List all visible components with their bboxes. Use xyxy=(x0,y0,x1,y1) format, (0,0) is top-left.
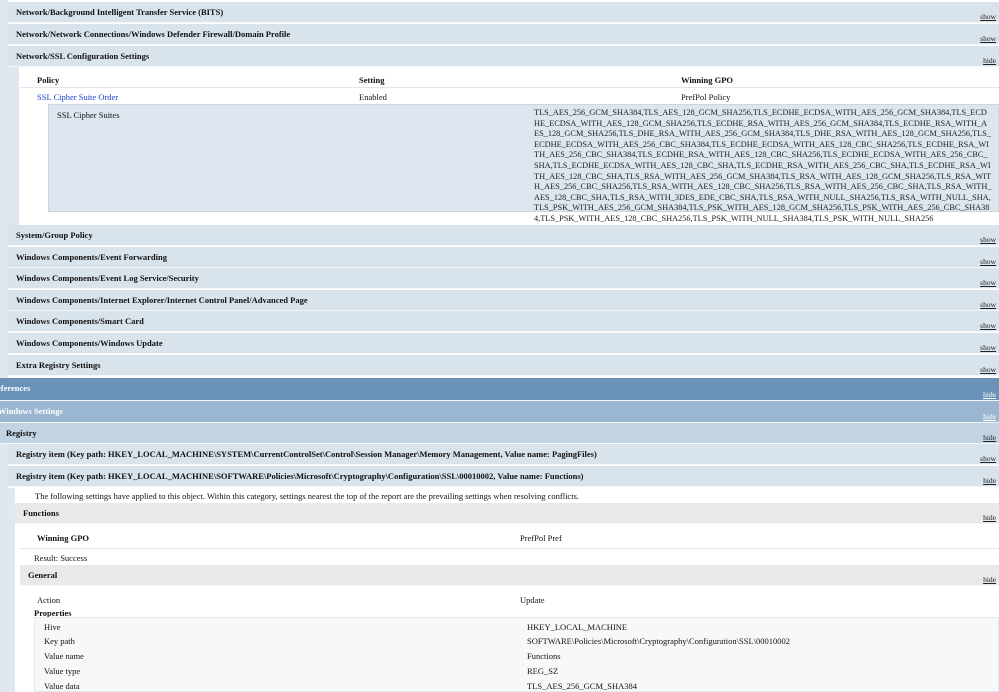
hide-toggle[interactable]: hide xyxy=(983,476,996,485)
show-toggle[interactable]: show xyxy=(980,12,996,21)
show-toggle[interactable]: show xyxy=(980,278,996,287)
section-title: Windows Settings xyxy=(0,406,63,416)
show-toggle[interactable]: show xyxy=(980,34,996,43)
section-event-log-security[interactable]: Windows Components/Event Log Service/Sec… xyxy=(8,268,999,289)
section-title: Windows Components/Smart Card xyxy=(16,316,144,326)
section-title: Registry item (Key path: HKEY_LOCAL_MACH… xyxy=(16,449,597,459)
indent-guide xyxy=(0,444,8,692)
section-title: Registry xyxy=(6,428,37,438)
show-toggle[interactable]: show xyxy=(980,365,996,374)
policy-setting-value: Enabled xyxy=(359,92,387,102)
section-ie-advanced-page[interactable]: Windows Components/Internet Explorer/Int… xyxy=(8,290,999,311)
row-divider xyxy=(20,548,999,549)
table-header-setting: Setting xyxy=(359,75,385,85)
hide-toggle[interactable]: hide xyxy=(983,390,996,399)
section-ssl-configuration[interactable]: Network/SSL Configuration Settings hide xyxy=(8,46,999,67)
section-general[interactable]: General hide xyxy=(20,565,999,586)
property-value-value-type: REG_SZ xyxy=(527,666,559,676)
property-value-hive: HKEY_LOCAL_MACHINE xyxy=(527,622,628,632)
precedence-note: The following settings have applied to t… xyxy=(35,491,579,501)
property-label-hive: Hive xyxy=(44,622,61,632)
section-title: Network/Network Connections/Windows Defe… xyxy=(16,29,291,39)
show-toggle[interactable]: show xyxy=(980,454,996,463)
show-toggle[interactable]: show xyxy=(980,300,996,309)
section-title: Network/SSL Configuration Settings xyxy=(16,51,150,61)
hide-toggle[interactable]: hide xyxy=(983,575,996,584)
cipher-suites-label: SSL Cipher Suites xyxy=(57,110,120,120)
property-label-value-data: Value data xyxy=(44,681,80,691)
section-title: Network/Background Intelligent Transfer … xyxy=(16,7,224,17)
properties-table xyxy=(34,617,999,692)
table-header-policy: Policy xyxy=(37,75,60,85)
result-status: Result: Success xyxy=(34,553,88,563)
hide-toggle[interactable]: hide xyxy=(983,412,996,421)
show-toggle[interactable]: show xyxy=(980,257,996,266)
action-value: Update xyxy=(520,595,545,605)
table-header-winning-gpo: Winning GPO xyxy=(681,75,734,85)
property-label-value-type: Value type xyxy=(44,666,81,676)
section-title: General xyxy=(28,570,58,580)
property-value-value-name: Functions xyxy=(527,651,561,661)
section-registry[interactable]: Registry hide xyxy=(0,423,999,444)
property-value-value-data: TLS_AES_256_GCM_SHA384 xyxy=(527,681,638,691)
section-title: Windows Components/Internet Explorer/Int… xyxy=(16,295,308,305)
section-title: Functions xyxy=(23,508,59,518)
policy-winning-gpo-value: PrefPol Policy xyxy=(681,92,731,102)
indent-guide xyxy=(0,0,8,378)
hide-toggle[interactable]: hide xyxy=(983,513,996,522)
section-title: Windows Components/Event Log Service/Sec… xyxy=(16,273,199,283)
section-windows-update[interactable]: Windows Components/Windows Update show xyxy=(8,333,999,354)
hide-toggle[interactable]: hide xyxy=(983,433,996,442)
winning-gpo-label: Winning GPO xyxy=(37,533,90,543)
indent-guide xyxy=(8,66,19,226)
registry-item-ssl-functions[interactable]: Registry item (Key path: HKEY_LOCAL_MACH… xyxy=(8,466,999,487)
section-firewall-domain-profile[interactable]: Network/Network Connections/Windows Defe… xyxy=(8,24,999,45)
section-bits[interactable]: Network/Background Intelligent Transfer … xyxy=(8,2,999,23)
indent-guide xyxy=(8,488,15,692)
property-label-key-path: Key path xyxy=(44,636,75,646)
show-toggle[interactable]: show xyxy=(980,343,996,352)
row-divider xyxy=(20,87,999,88)
section-title: Registry item (Key path: HKEY_LOCAL_MACH… xyxy=(16,471,584,481)
section-title: Windows Components/Event Forwarding xyxy=(16,252,167,262)
section-windows-settings[interactable]: Windows Settings hide xyxy=(0,401,999,423)
section-event-forwarding[interactable]: Windows Components/Event Forwarding show xyxy=(8,247,999,268)
section-functions[interactable]: Functions hide xyxy=(15,503,999,524)
registry-item-paging-files[interactable]: Registry item (Key path: HKEY_LOCAL_MACH… xyxy=(8,444,999,465)
section-preferences[interactable]: eferences hide xyxy=(0,378,999,401)
section-system-group-policy[interactable]: System/Group Policy show xyxy=(8,225,999,246)
property-label-value-name: Value name xyxy=(44,651,84,661)
property-value-key-path: SOFTWARE\Policies\Microsoft\Cryptography… xyxy=(527,636,791,646)
section-title: System/Group Policy xyxy=(16,230,93,240)
action-label: Action xyxy=(37,595,61,605)
cipher-suites-value: TLS_AES_256_GCM_SHA384,TLS_AES_128_GCM_S… xyxy=(534,108,992,223)
show-toggle[interactable]: show xyxy=(980,321,996,330)
winning-gpo-value: PrefPol Pref xyxy=(520,533,562,543)
section-title: eferences xyxy=(0,383,31,393)
section-title: Windows Components/Windows Update xyxy=(16,338,163,348)
section-title: Extra Registry Settings xyxy=(16,360,101,370)
policy-link-ssl-cipher-suite-order[interactable]: SSL Cipher Suite Order xyxy=(37,92,118,102)
section-extra-registry-settings[interactable]: Extra Registry Settings show xyxy=(8,355,999,376)
hide-toggle[interactable]: hide xyxy=(983,56,996,65)
show-toggle[interactable]: show xyxy=(980,235,996,244)
section-smart-card[interactable]: Windows Components/Smart Card show xyxy=(8,311,999,332)
